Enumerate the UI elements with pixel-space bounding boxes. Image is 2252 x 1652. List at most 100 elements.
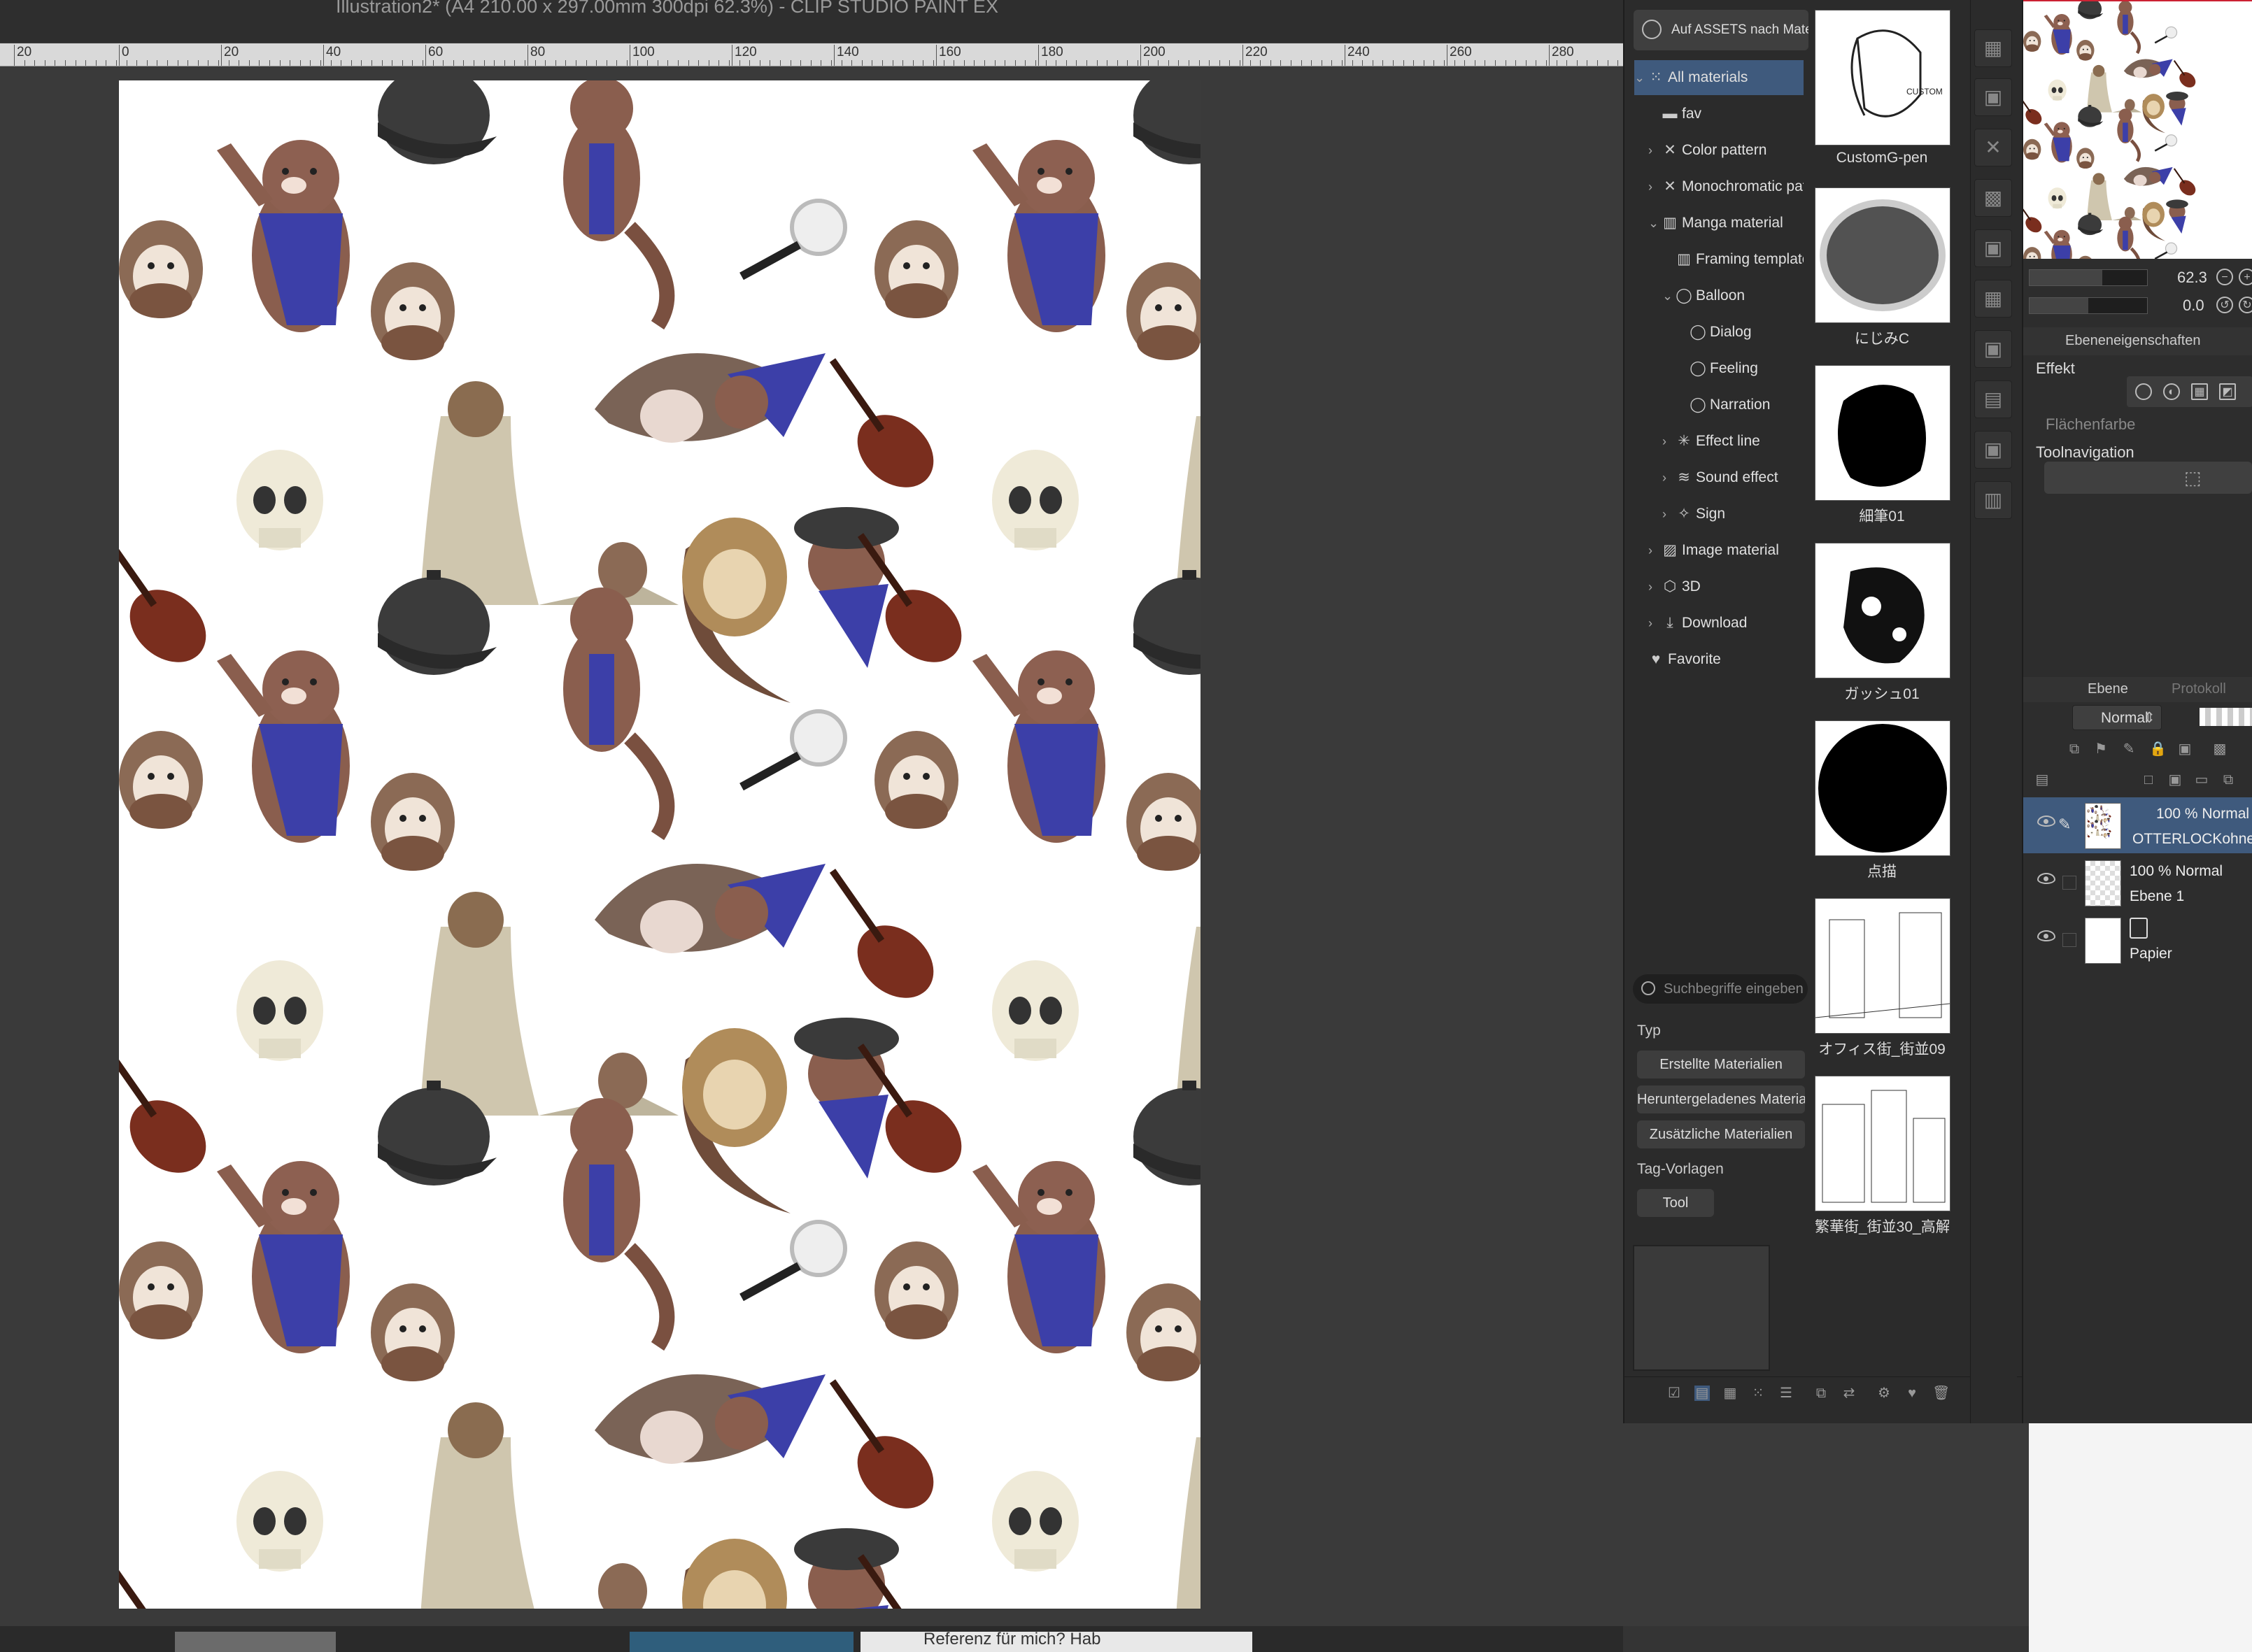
chevron-icon[interactable]: ⌄ <box>1634 60 1647 95</box>
tree-item-sign[interactable]: › ✧ Sign <box>1662 497 1804 532</box>
effect-buttons[interactable]: ◐ ▦ ◩ <box>2127 376 2252 407</box>
tree-item-manga-material[interactable]: ⌄ ▥ Manga material <box>1648 206 1804 241</box>
new-raster-layer-icon[interactable]: □ <box>2141 772 2156 788</box>
tree-item-download[interactable]: › ⤓ Download <box>1648 606 1804 641</box>
chevron-icon[interactable]: › <box>1648 606 1661 641</box>
panel-toggle-icon-6[interactable]: ▣ <box>1974 330 2012 368</box>
chevron-icon[interactable]: ⌄ <box>1648 206 1661 241</box>
material-thumbnail[interactable] <box>1815 1076 1950 1211</box>
lock-icon[interactable]: 🔒 <box>2149 741 2167 757</box>
new-folder-icon[interactable]: ▭ <box>2194 772 2209 788</box>
blend-mode-select[interactable]: Normal ⇕ <box>2072 705 2162 730</box>
tree-item-feeling[interactable]: ◯ Feeling <box>1676 351 1804 386</box>
tree-item-all-materials[interactable]: ⌄ ⁙ All materials <box>1634 60 1804 95</box>
panel-toggle-icon-1[interactable]: ▦ <box>1974 29 2012 67</box>
large-grid-icon[interactable]: ▦ <box>1722 1386 1738 1401</box>
zoom-in-icon[interactable]: + <box>2239 269 2252 285</box>
visibility-eye-icon[interactable] <box>2037 816 2055 827</box>
close-panel-icon[interactable]: ✕ <box>1974 129 2012 166</box>
tree-item-monochromatic-pattern[interactable]: ›✕ Monochromatic pattern <box>1648 169 1804 204</box>
tone-icon[interactable]: ▦ <box>2191 383 2208 400</box>
chevron-icon[interactable]: › <box>1648 169 1661 204</box>
favorite-icon[interactable]: ♥ <box>1904 1386 1920 1401</box>
tree-item-3d[interactable]: › ⬡ 3D <box>1648 569 1804 604</box>
drawing-canvas[interactable] <box>119 80 1201 1609</box>
replace-icon[interactable]: ⇄ <box>1841 1386 1857 1401</box>
tool-navigation-button[interactable]: ⬚ <box>2044 462 2252 494</box>
layer-row-otterlock[interactable]: ✎ 100 % Normal OTTERLOCKohne <box>2023 797 2252 853</box>
material-thumbnail[interactable] <box>1815 187 1950 323</box>
layer-row-papier[interactable]: Papier <box>2023 912 2252 968</box>
panel-toggle-icon-9[interactable]: ▥ <box>1974 481 2012 519</box>
small-grid-icon[interactable]: ⁙ <box>1750 1386 1766 1401</box>
panel-toggle-icon-2[interactable]: ▣ <box>1974 78 2012 116</box>
tab-layer-properties[interactable]: Ebeneneigenschaften <box>2065 333 2201 349</box>
tab-history[interactable]: Protokoll <box>2172 681 2226 697</box>
chevron-icon[interactable]: › <box>1648 569 1661 604</box>
chevron-icon[interactable]: › <box>1648 533 1661 568</box>
trash-icon[interactable]: 🗑 <box>1932 1386 1950 1401</box>
panel-toggle-icon-5[interactable]: ▦ <box>1974 280 2012 318</box>
materials-search-input[interactable]: Suchbegriffe eingeben <box>1633 974 1808 1004</box>
tree-item-sound-effect[interactable]: › ≋ Sound effect <box>1662 460 1804 495</box>
list-view-icon[interactable]: ▤ <box>1694 1386 1710 1401</box>
search-assets-button[interactable]: Auf ASSETS nach Materialien suchen <box>1634 10 1808 50</box>
settings-icon[interactable]: ⚙ <box>1876 1386 1892 1401</box>
zoom-slider[interactable] <box>2029 269 2148 286</box>
layer-split-icon[interactable]: ▤ <box>2034 772 2050 788</box>
visibility-eye-icon[interactable] <box>2037 930 2055 941</box>
reference-tab[interactable]: Referenz für mich? Hab <box>923 1630 1100 1649</box>
new-vector-layer-icon[interactable]: ▣ <box>2167 772 2183 788</box>
chevron-icon[interactable]: › <box>1662 424 1675 459</box>
material-thumbnail[interactable] <box>1815 898 1950 1034</box>
checkbox-icon[interactable]: ☑ <box>1666 1386 1682 1401</box>
tree-item-framing-template[interactable]: ▥ Framing template <box>1662 242 1804 277</box>
reference-layer-icon[interactable]: ⚑ <box>2093 741 2109 757</box>
border-effect-icon[interactable] <box>2135 383 2152 400</box>
rotate-reset-icon[interactable]: ↺ <box>2216 297 2233 313</box>
tag-chip-tool[interactable]: Tool <box>1637 1189 1714 1217</box>
opacity-slider[interactable] <box>2200 708 2252 726</box>
zoom-out-icon[interactable]: − <box>2216 269 2233 285</box>
panel-toggle-icon-4[interactable]: ▣ <box>1974 229 2012 267</box>
tree-item-narration[interactable]: ◯ Narration <box>1676 387 1804 422</box>
detail-list-icon[interactable]: ☰ <box>1778 1386 1794 1401</box>
tab-layer[interactable]: Ebene <box>2088 681 2128 697</box>
layer-checkbox[interactable] <box>2062 876 2076 890</box>
chevron-icon[interactable]: › <box>1662 460 1675 495</box>
layer-checkbox[interactable] <box>2062 933 2076 947</box>
chevron-icon[interactable]: ⌄ <box>1662 278 1675 313</box>
layer-row-ebene1[interactable]: 100 % Normal Ebene 1 <box>2023 855 2252 911</box>
tree-item-image-material[interactable]: › ▨ Image material <box>1648 533 1804 568</box>
type-chip-additional[interactable]: Zusätzliche Materialien <box>1637 1120 1805 1148</box>
draft-icon[interactable]: ✎ <box>2121 741 2137 757</box>
layer-color-icon[interactable]: ◩ <box>2219 383 2236 400</box>
tree-item-color-pattern[interactable]: › ✕ Color pattern <box>1648 133 1804 168</box>
copy-layer-icon[interactable]: ⧉ <box>2221 772 2236 788</box>
type-chip-created[interactable]: Erstellte Materialien <box>1637 1051 1805 1078</box>
panel-toggle-icon-8[interactable]: ▣ <box>1974 431 2012 469</box>
tree-item-dialog[interactable]: ◯ Dialog <box>1676 315 1804 350</box>
panel-toggle-icon-7[interactable]: ▤ <box>1974 380 2012 418</box>
material-thumbnail[interactable] <box>1815 365 1950 501</box>
paste-icon[interactable]: ⧉ <box>1813 1386 1829 1401</box>
rotate-icon[interactable]: ↻ <box>2239 297 2252 313</box>
chevron-icon[interactable]: › <box>1648 133 1661 168</box>
mask-icon[interactable]: ▩ <box>2212 741 2228 757</box>
chevron-icon[interactable]: › <box>1662 497 1675 532</box>
type-chip-downloaded[interactable]: Heruntergeladenes Material <box>1637 1085 1805 1113</box>
panel-toggle-icon-3[interactable]: ▩ <box>1974 179 2012 217</box>
navigator-preview[interactable] <box>2023 0 2252 259</box>
tree-item-balloon[interactable]: ⌄ ◯ Balloon <box>1662 278 1804 313</box>
material-thumbnail[interactable] <box>1815 543 1950 678</box>
tree-item-favorite[interactable]: ♥ Favorite <box>1634 642 1804 677</box>
tree-item-effect-line[interactable]: › ✳ Effect line <box>1662 424 1804 459</box>
tree-item-fav[interactable]: ▬ fav <box>1648 97 1804 131</box>
rotation-slider[interactable] <box>2029 297 2148 314</box>
material-thumbnail[interactable]: CUSTOM <box>1815 10 1950 145</box>
clip-icon[interactable]: ⧉ <box>2067 741 2082 757</box>
visibility-eye-icon[interactable] <box>2037 873 2055 884</box>
extract-line-icon[interactable]: ◐ <box>2163 383 2180 400</box>
material-thumbnail[interactable] <box>1815 720 1950 856</box>
lock-transparency-icon[interactable]: ▣ <box>2177 741 2193 757</box>
